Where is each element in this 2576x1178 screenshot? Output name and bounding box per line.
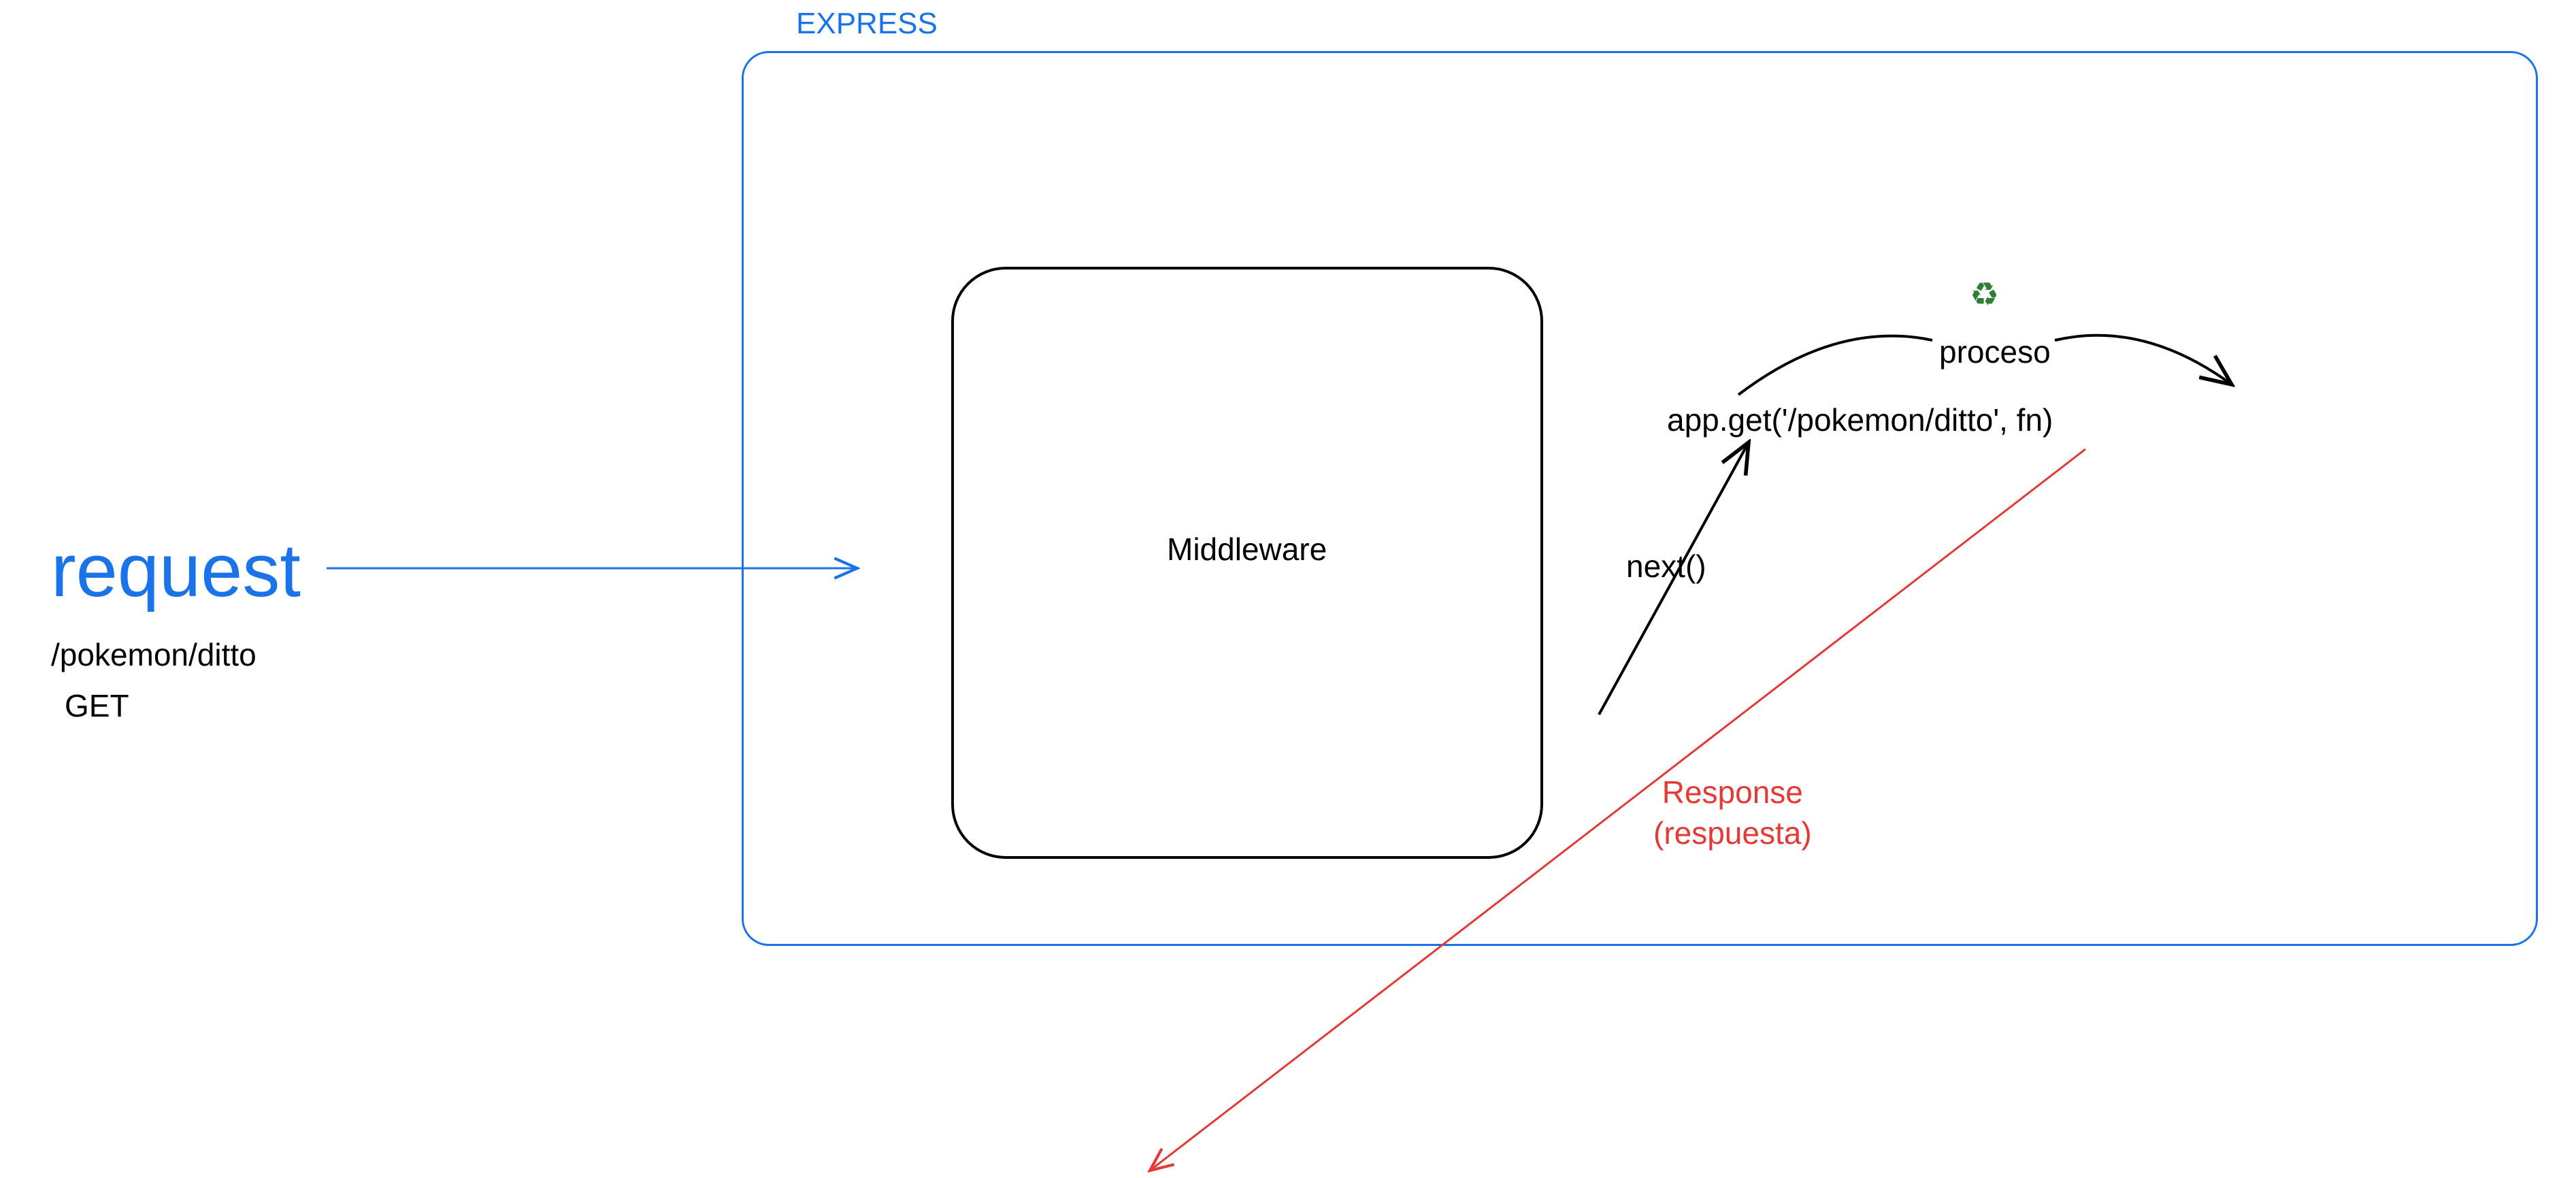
response-label: Response (respuesta) <box>1653 772 1812 854</box>
response-text2: (respuesta) <box>1653 815 1812 851</box>
recycle-icon: ♻ <box>1970 276 1999 314</box>
appget-label: app.get('/pokemon/ditto', fn) <box>1667 402 2053 438</box>
request-path: /pokemon/ditto <box>51 636 257 673</box>
request-method: GET <box>65 687 129 724</box>
diagram-canvas: EXPRESS Middleware request /pokemon/ditt… <box>0 0 2576 1178</box>
response-text1: Response <box>1662 774 1803 810</box>
proceso-label: proceso <box>1939 333 2051 370</box>
request-label: request <box>51 527 301 614</box>
middleware-label: Middleware <box>1167 531 1327 568</box>
express-title: EXPRESS <box>796 7 938 41</box>
next-label: next() <box>1626 548 1706 585</box>
